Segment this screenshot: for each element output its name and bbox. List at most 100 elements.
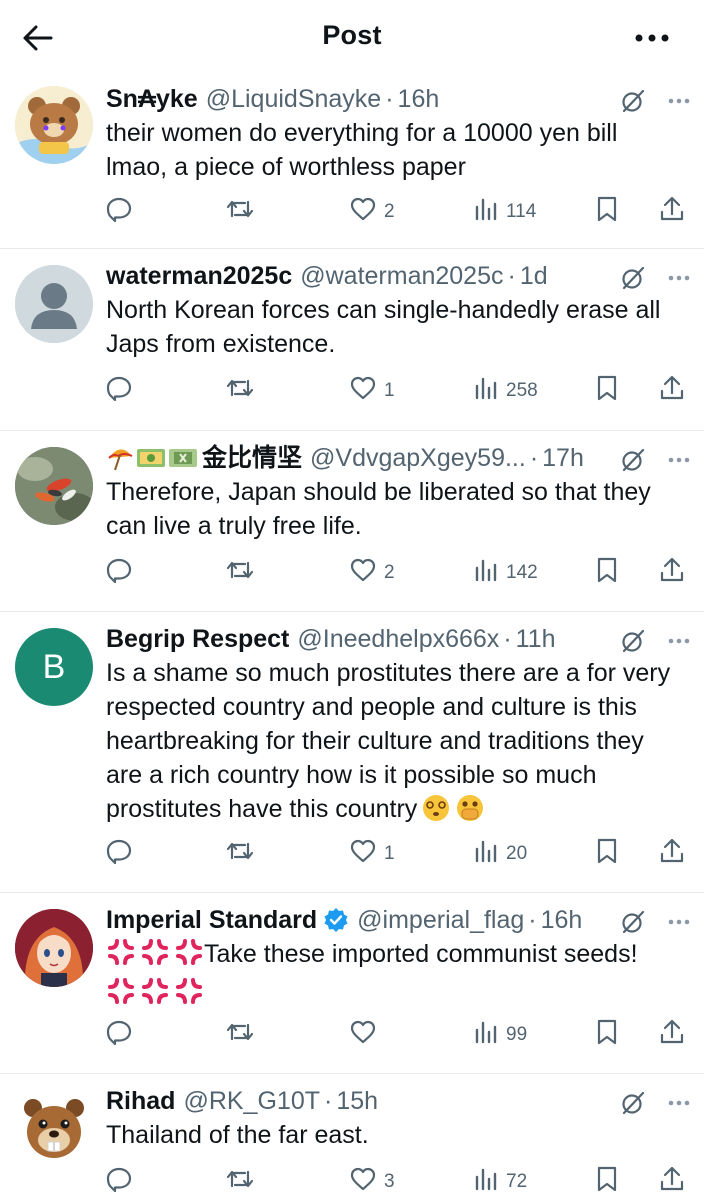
handle[interactable]: @Ineedhelpx666x xyxy=(297,622,499,656)
like-button[interactable]: 3 xyxy=(350,1167,395,1197)
avatar[interactable] xyxy=(15,265,93,343)
handle[interactable]: @RK_G10T xyxy=(183,1084,320,1118)
display-name[interactable]: waterman2025c xyxy=(106,259,292,293)
page-title: Post xyxy=(322,20,382,50)
like-button[interactable]: 2 xyxy=(350,558,395,588)
grok-icon[interactable] xyxy=(620,909,646,935)
repost-button[interactable] xyxy=(226,196,254,228)
views-button[interactable]: 114 xyxy=(474,197,536,227)
reply-button[interactable] xyxy=(106,1166,132,1198)
timestamp[interactable]: 16h xyxy=(398,82,440,116)
tweet-text: Is a shame so much prostitutes there are… xyxy=(106,656,690,832)
share-button[interactable] xyxy=(660,375,684,407)
handle[interactable]: @imperial_flag xyxy=(357,903,524,937)
heart-icon xyxy=(350,839,376,869)
share-button[interactable] xyxy=(660,196,684,228)
share-icon xyxy=(660,196,684,228)
more-options-icon[interactable] xyxy=(668,275,690,281)
default-person-avatar-icon xyxy=(15,265,93,343)
views-button[interactable]: 20 xyxy=(474,839,527,869)
reply-tweet[interactable]: Imperial Standard @imperial_flag · 16h T… xyxy=(0,893,704,1074)
timestamp[interactable]: 11h xyxy=(516,622,556,656)
timestamp[interactable]: 17h xyxy=(542,441,584,475)
repost-button[interactable] xyxy=(226,557,254,589)
avatar[interactable] xyxy=(15,447,93,525)
reply-tweet[interactable]: waterman2025c @waterman2025c · 1d North … xyxy=(0,249,704,431)
share-button[interactable] xyxy=(660,557,684,589)
reply-icon xyxy=(106,1166,132,1198)
more-options-icon[interactable] xyxy=(668,1100,690,1106)
bookmark-icon xyxy=(596,375,618,407)
reply-tweet[interactable]: B Begrip Respect @Ineedhelpx666x · 11h I… xyxy=(0,612,704,893)
views-button[interactable]: 258 xyxy=(474,376,538,406)
grok-icon[interactable] xyxy=(620,88,646,114)
bookmark-button[interactable] xyxy=(596,1019,618,1051)
top-bar: Post xyxy=(0,0,704,72)
timestamp[interactable]: 16h xyxy=(541,903,583,937)
bookmark-button[interactable] xyxy=(596,375,618,407)
bookmark-button[interactable] xyxy=(596,557,618,589)
repost-button[interactable] xyxy=(226,1166,254,1198)
reply-button[interactable] xyxy=(106,557,132,589)
timestamp[interactable]: 1d xyxy=(520,259,548,293)
views-button[interactable]: 72 xyxy=(474,1167,527,1197)
repost-button[interactable] xyxy=(226,1019,254,1051)
more-options-icon[interactable] xyxy=(668,457,690,463)
like-button[interactable]: 1 xyxy=(350,376,395,406)
handle[interactable]: @LiquidSnayke xyxy=(206,82,382,116)
share-icon xyxy=(660,557,684,589)
reply-button[interactable] xyxy=(106,1019,132,1051)
views-icon xyxy=(474,1167,498,1197)
reply-tweet[interactable]: 金比情坚 @VdvgapXgey59... · 17h Therefore, J… xyxy=(0,431,704,612)
reply-button[interactable] xyxy=(106,375,132,407)
like-count: 2 xyxy=(384,201,395,222)
more-options-icon[interactable] xyxy=(630,18,674,58)
timestamp[interactable]: 15h xyxy=(336,1084,378,1118)
share-button[interactable] xyxy=(660,1166,684,1198)
share-button[interactable] xyxy=(660,1019,684,1051)
grok-icon[interactable] xyxy=(620,265,646,291)
display-name[interactable]: Begrip Respect xyxy=(106,622,289,656)
name-emojis xyxy=(106,444,198,472)
display-name[interactable]: Sn₳yke xyxy=(106,82,198,116)
display-name[interactable]: 金比情坚 xyxy=(202,441,302,475)
bookmark-button[interactable] xyxy=(596,196,618,228)
display-name[interactable]: Rihad xyxy=(106,1084,175,1118)
avatar[interactable] xyxy=(15,86,93,164)
koi-fish-avatar-icon xyxy=(15,447,93,525)
more-options-icon[interactable] xyxy=(668,638,690,644)
like-button[interactable]: 1 xyxy=(350,839,395,869)
display-name[interactable]: Imperial Standard xyxy=(106,903,317,937)
separator-dot: · xyxy=(528,906,537,934)
reply-tweet[interactable]: Rihad @RK_G10T · 15h Thailand of the far… xyxy=(0,1074,704,1199)
separator-dot: · xyxy=(503,625,512,653)
bookmark-button[interactable] xyxy=(596,838,618,870)
grok-icon[interactable] xyxy=(620,628,646,654)
bookmark-icon xyxy=(596,1019,618,1051)
like-count: 1 xyxy=(384,843,395,864)
reply-button[interactable] xyxy=(106,196,132,228)
avatar[interactable] xyxy=(15,909,93,987)
more-options-icon[interactable] xyxy=(668,919,690,925)
repost-button[interactable] xyxy=(226,375,254,407)
reply-button[interactable] xyxy=(106,838,132,870)
more-options-icon[interactable] xyxy=(668,98,690,104)
handle[interactable]: @waterman2025c xyxy=(300,259,503,293)
avatar[interactable] xyxy=(15,1090,93,1168)
grok-icon[interactable] xyxy=(620,1090,646,1116)
reply-icon xyxy=(106,1019,132,1051)
bookmark-button[interactable] xyxy=(596,1166,618,1198)
view-count: 258 xyxy=(506,380,538,401)
like-button[interactable] xyxy=(350,1020,384,1050)
avatar[interactable]: B xyxy=(15,628,93,706)
like-button[interactable]: 2 xyxy=(350,197,395,227)
views-button[interactable]: 99 xyxy=(474,1020,527,1050)
repost-button[interactable] xyxy=(226,838,254,870)
share-button[interactable] xyxy=(660,838,684,870)
views-button[interactable]: 142 xyxy=(474,558,538,588)
views-icon xyxy=(474,197,498,227)
money-bag-icon xyxy=(137,449,165,467)
reply-tweet[interactable]: Sn₳yke @LiquidSnayke · 16h their women d… xyxy=(0,72,704,249)
grok-icon[interactable] xyxy=(620,447,646,473)
handle[interactable]: @VdvgapXgey59... xyxy=(310,441,526,475)
